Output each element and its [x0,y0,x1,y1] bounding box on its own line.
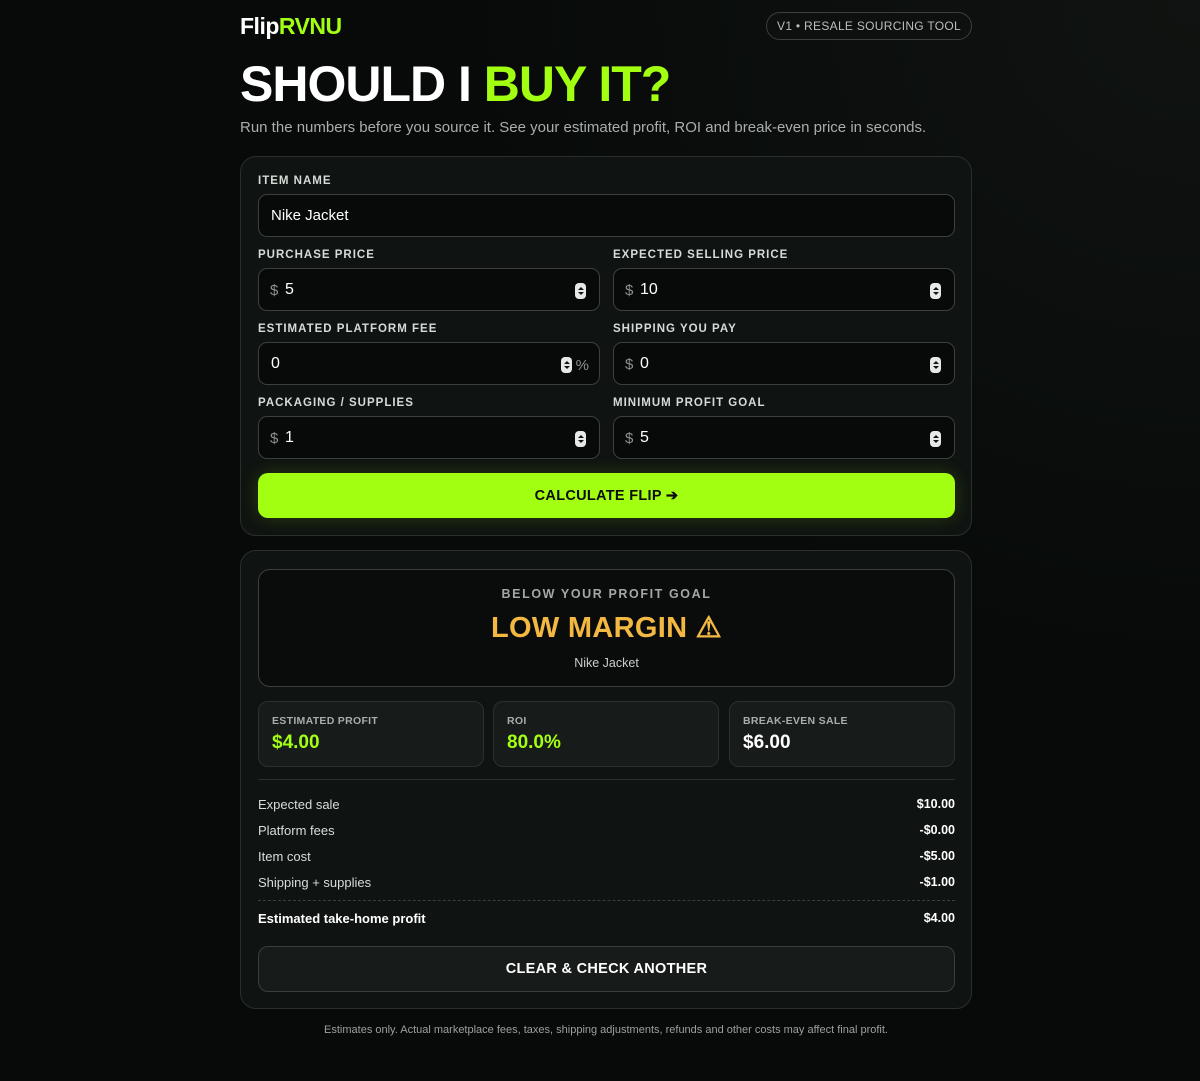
breakdown-label: Expected sale [258,797,340,812]
stat-value: 80.0% [507,732,561,753]
total-row: Estimated take-home profit $4.00 [258,911,955,929]
logo-main: Flip [240,13,279,39]
breakdown-value: -$1.00 [919,875,955,889]
platform-fee-field[interactable]: 0 % [258,342,600,385]
clear-button[interactable]: CLEAR & CHECK ANOTHER [258,946,955,992]
selling-price-field[interactable]: $ 10 [613,268,955,311]
item-name-label: ITEM NAME [258,175,332,187]
shipping-field[interactable]: $ 0 [613,342,955,385]
platform-fee-value: 0 [271,355,280,372]
verdict-item-name: Nike Jacket [574,656,639,670]
app-container: FlipRVNU V1 • RESALE SOURCING TOOL SHOUL… [240,0,972,1036]
page-subtitle: Run the numbers before you source it. Se… [240,119,927,136]
stepper-icon[interactable] [575,431,586,447]
shipping-value: 0 [640,355,649,372]
selling-price-label: EXPECTED SELLING PRICE [613,249,789,261]
item-name-value: Nike Jacket [271,207,349,224]
breakdown-value: $10.00 [916,797,955,811]
stepper-icon[interactable] [930,357,941,373]
total-value: $4.00 [923,911,955,925]
purchase-price-label: PURCHASE PRICE [258,249,375,261]
breakdown-row: Platform fees -$0.00 [258,823,955,841]
verdict-status: LOW MARGIN ⚠ [491,612,722,644]
min-profit-value: 5 [640,429,649,446]
top-bar: FlipRVNU V1 • RESALE SOURCING TOOL [240,0,972,52]
percent-suffix: % [575,357,589,374]
breakdown-row: Item cost -$5.00 [258,849,955,867]
stat-label: ROI [507,715,527,727]
stepper-icon[interactable] [930,283,941,299]
stepper-icon[interactable] [930,431,941,447]
stat-estimated-profit: ESTIMATED PROFIT $4.00 [258,701,484,767]
dollar-prefix: $ [625,356,634,373]
stat-label: ESTIMATED PROFIT [272,715,379,727]
page-title: SHOULD I BUY IT? [240,56,672,112]
version-badge: V1 • RESALE SOURCING TOOL [766,12,972,40]
stat-value: $6.00 [743,732,791,753]
min-profit-label: MINIMUM PROFIT GOAL [613,397,766,409]
title-main: SHOULD I [240,56,484,112]
item-name-field[interactable]: Nike Jacket [258,194,955,237]
breakdown-label: Platform fees [258,823,335,838]
breakdown-value: -$5.00 [919,849,955,863]
selling-price-value: 10 [640,281,658,298]
total-label: Estimated take-home profit [258,911,426,926]
breakdown-label: Item cost [258,849,311,864]
purchase-price-value: 5 [285,281,294,298]
breakdown-label: Shipping + supplies [258,875,372,890]
verdict-box: BELOW YOUR PROFIT GOAL LOW MARGIN ⚠ Nike… [258,569,955,687]
verdict-kicker: BELOW YOUR PROFIT GOAL [501,587,712,601]
calculator-form: ITEM NAME Nike Jacket PURCHASE PRICE $ 5… [240,156,972,536]
breakdown-value: -$0.00 [919,823,955,837]
dollar-prefix: $ [270,430,279,447]
disclaimer: Estimates only. Actual marketplace fees,… [324,1024,888,1036]
stat-break-even: BREAK-EVEN SALE $6.00 [729,701,955,767]
stepper-icon[interactable] [575,283,586,299]
calculate-button[interactable]: CALCULATE FLIP ➔ [258,473,955,518]
purchase-price-field[interactable]: $ 5 [258,268,600,311]
shipping-label: SHIPPING YOU PAY [613,323,737,335]
packaging-label: PACKAGING / SUPPLIES [258,397,414,409]
packaging-field[interactable]: $ 1 [258,416,600,459]
dollar-prefix: $ [625,282,634,299]
title-accent: BUY IT? [483,56,672,112]
platform-fee-label: ESTIMATED PLATFORM FEE [258,323,438,335]
dollar-prefix: $ [625,430,634,447]
result-panel: BELOW YOUR PROFIT GOAL LOW MARGIN ⚠ Nike… [240,550,972,1009]
packaging-value: 1 [285,429,294,446]
breakdown-row: Expected sale $10.00 [258,797,955,815]
dashed-divider [258,900,955,901]
stat-value: $4.00 [272,732,320,753]
stat-label: BREAK-EVEN SALE [743,715,848,727]
stepper-icon[interactable] [561,357,572,373]
dollar-prefix: $ [270,282,279,299]
logo-accent: RVNU [278,13,342,39]
stat-roi: ROI 80.0% [493,701,719,767]
breakdown-row: Shipping + supplies -$1.00 [258,875,955,893]
min-profit-field[interactable]: $ 5 [613,416,955,459]
logo[interactable]: FlipRVNU [240,13,342,40]
divider [258,779,955,780]
